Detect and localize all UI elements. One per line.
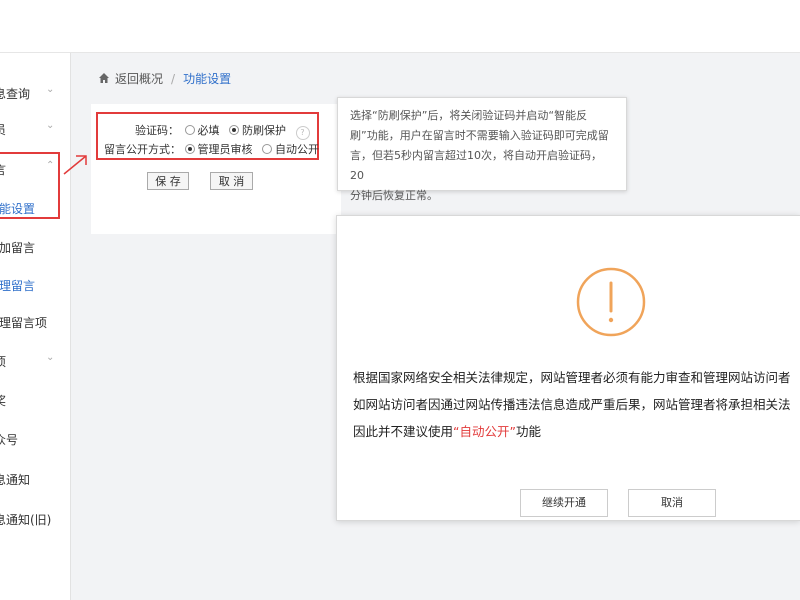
- save-button[interactable]: 保 存: [147, 172, 189, 190]
- sidebar-item-add-message[interactable]: 加留言: [0, 237, 70, 257]
- chevron-down-icon: ⌄: [46, 120, 55, 131]
- tooltip-line: 言，但若5秒内留言超过10次，将自动开启验证码，20: [350, 149, 602, 182]
- radio-icon: [262, 144, 272, 154]
- top-bar: [0, 0, 800, 53]
- warning-circle-icon: [576, 267, 646, 337]
- sidebar-item-label: 加留言: [0, 241, 36, 255]
- publish-mode-label: 留言公开方式：: [104, 143, 181, 156]
- captcha-row: 验证码： 必填 防刷保护 ?: [135, 122, 310, 140]
- annotation-highlight-box: [0, 152, 60, 219]
- chevron-down-icon: ⌄: [46, 84, 55, 95]
- dialog-line: 如网站访问者因通过网站传播违法信息造成严重后果，网站管理者将承担相关法: [353, 397, 791, 412]
- sidebar-item-label: 员: [0, 121, 6, 138]
- sidebar-item-label: 项: [0, 353, 6, 370]
- dialog-cancel-button[interactable]: 取消: [628, 489, 716, 517]
- sidebar-item-member[interactable]: 员 ⌄: [0, 119, 70, 139]
- captcha-option-protection[interactable]: 防刷保护: [229, 124, 286, 137]
- highlight-text: “自动公开”: [453, 424, 516, 439]
- tooltip-line: 刷”功能，用户在留言时不需要输入验证码即可完成留: [350, 129, 609, 142]
- sidebar-item-label: 奖: [0, 392, 6, 409]
- publish-option-auto[interactable]: 自动公开: [262, 143, 319, 156]
- sidebar-item-manage-messages[interactable]: 理留言: [0, 275, 70, 295]
- sidebar-item-lottery[interactable]: 奖: [0, 390, 70, 410]
- radio-icon: [184, 125, 195, 135]
- sidebar-item-label: 息通知(旧): [0, 513, 52, 527]
- tooltip-line: 选择“防刷保护”后，将关闭验证码并启动“智能反: [350, 109, 588, 122]
- sidebar: 息查询 ⌄ 员 ⌄ 言 ⌃ 能设置 加留言 理留言 理留言项 项 ⌄ 奖 众号 …: [0, 53, 71, 600]
- breadcrumb: 返回概况 / 功能设置: [98, 70, 231, 87]
- chevron-down-icon: ⌄: [46, 352, 55, 363]
- annotation-arrow-icon: [63, 155, 87, 175]
- sidebar-item-official-account[interactable]: 众号: [0, 429, 70, 449]
- sidebar-item-label: 理留言项: [0, 316, 48, 330]
- sidebar-item-label: 众号: [0, 433, 19, 447]
- sidebar-item-notification-old[interactable]: 息通知(旧): [0, 509, 70, 529]
- breadcrumb-separator: /: [171, 72, 176, 86]
- help-icon[interactable]: ?: [295, 126, 310, 140]
- breadcrumb-current: 功能设置: [183, 72, 232, 86]
- sidebar-item-label: 息通知: [0, 473, 31, 487]
- publish-mode-row: 留言公开方式： 管理员审核 自动公开: [104, 141, 319, 157]
- captcha-option-required[interactable]: 必填: [184, 124, 220, 137]
- home-icon: [98, 72, 110, 84]
- dialog-line: 因此并不建议使用“自动公开”功能: [353, 424, 541, 439]
- sidebar-item-label: 息查询: [0, 87, 31, 101]
- sidebar-item-info-query[interactable]: 息查询 ⌄: [0, 83, 70, 103]
- warning-dialog: 根据国家网络安全相关法律规定，网站管理者必须有能力审查和管理网站访问者 如网站访…: [336, 215, 800, 521]
- sidebar-item-manage-message-fields[interactable]: 理留言项: [0, 312, 70, 332]
- sidebar-item-label: 理留言: [0, 279, 36, 293]
- continue-button[interactable]: 继续开通: [520, 489, 608, 517]
- radio-selected-icon: [184, 144, 195, 154]
- help-tooltip: 选择“防刷保护”后，将关闭验证码并启动“智能反 刷”功能，用户在留言时不需要输入…: [337, 97, 627, 202]
- dialog-message: 根据国家网络安全相关法律规定，网站管理者必须有能力审查和管理网站访问者 如网站访…: [353, 364, 800, 445]
- breadcrumb-back-link[interactable]: 返回概况: [115, 72, 163, 86]
- publish-option-admin-review[interactable]: 管理员审核: [184, 143, 253, 156]
- sidebar-item-notification[interactable]: 息通知: [0, 469, 70, 489]
- tooltip-line: 分钟后恢复正常。: [350, 189, 438, 202]
- radio-selected-icon: [229, 125, 239, 135]
- sidebar-item-projects[interactable]: 项 ⌄: [0, 351, 70, 371]
- dialog-line: 根据国家网络安全相关法律规定，网站管理者必须有能力审查和管理网站访问者: [353, 370, 791, 385]
- cancel-button[interactable]: 取 消: [210, 172, 253, 190]
- captcha-label: 验证码：: [135, 124, 179, 137]
